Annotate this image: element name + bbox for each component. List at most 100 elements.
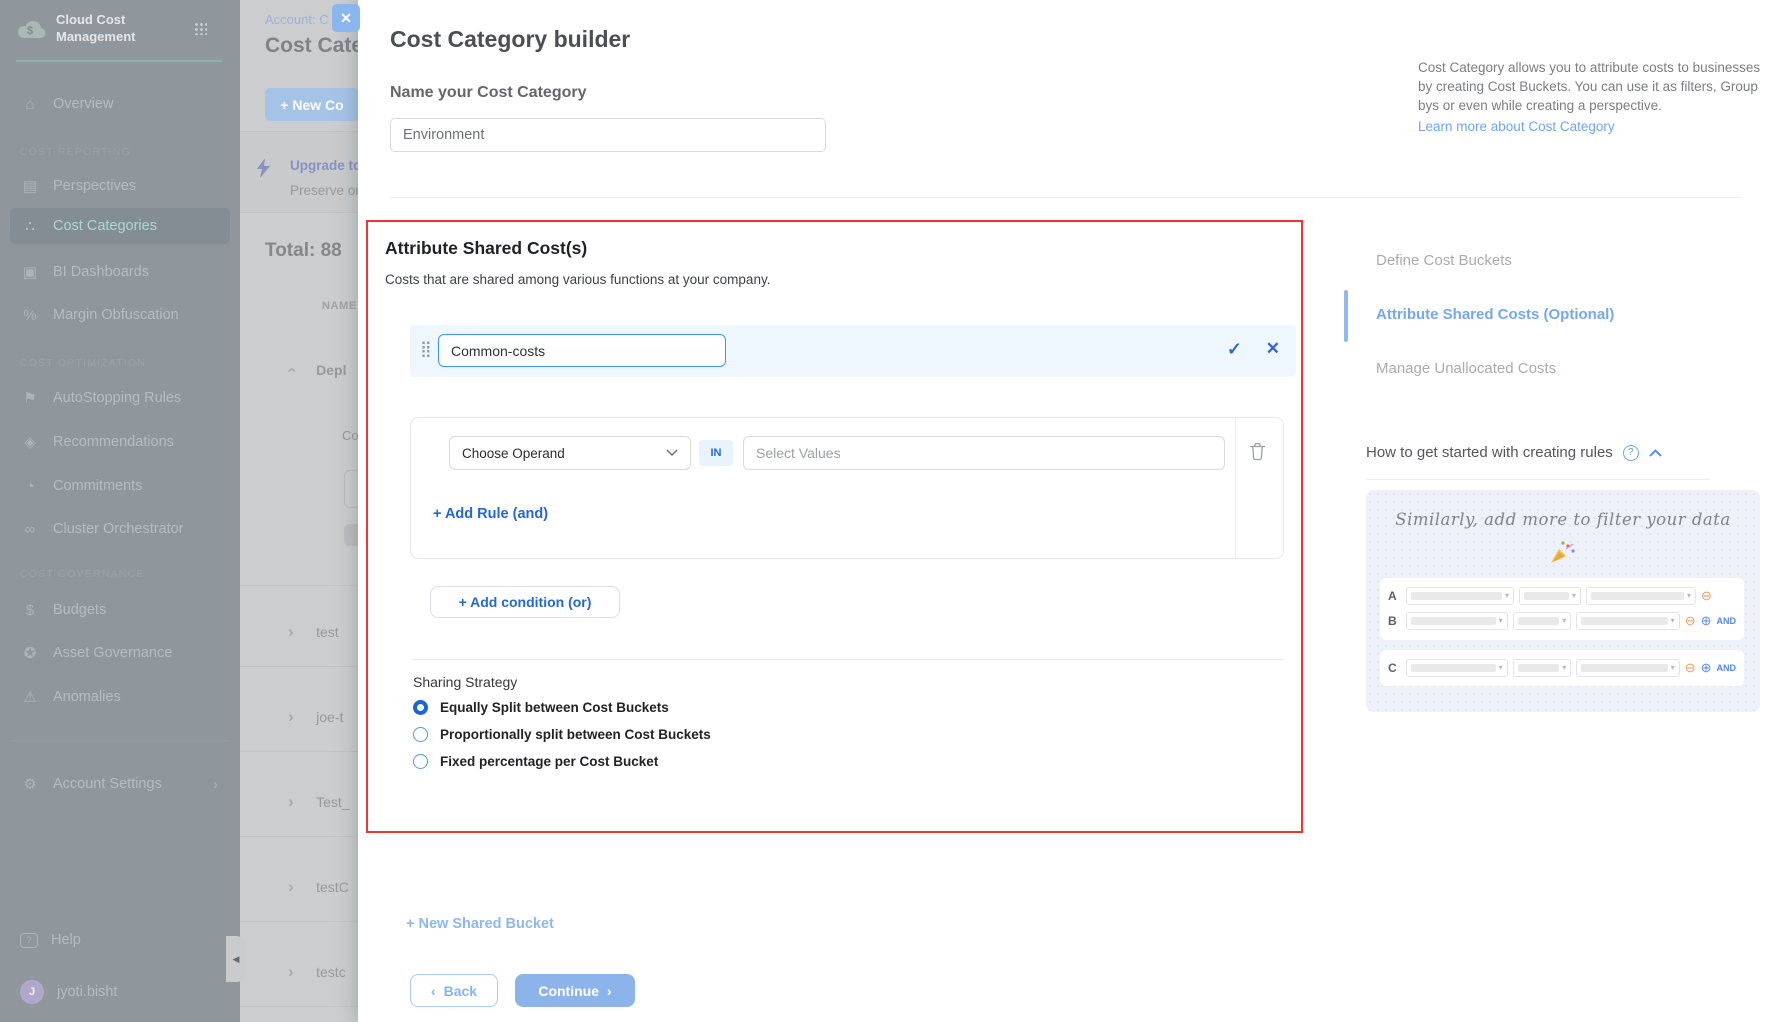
chevron-up-icon[interactable] (1649, 449, 1662, 457)
caret-down-icon: ▾ (1671, 663, 1675, 672)
caret-down-icon: ▾ (1572, 591, 1576, 600)
and-label: AND (1717, 616, 1737, 626)
chevron-right-icon: › (288, 877, 294, 897)
radio-unselected-icon (413, 754, 428, 769)
close-icon: ✕ (340, 10, 352, 27)
section-label-cost-governance: COST GOVERNANCE (20, 568, 145, 580)
caret-down-icon: ▾ (1499, 663, 1503, 672)
caret-down-icon: ▾ (1499, 616, 1503, 625)
placeholder-select: ▾ (1586, 587, 1696, 605)
active-step-indicator (1344, 290, 1348, 342)
continue-button[interactable]: Continue › (515, 974, 635, 1007)
section-label-cost-optimization: COST OPTIMIZATION (20, 357, 146, 369)
step-manage-unallocated-costs[interactable]: Manage Unallocated Costs (1376, 360, 1556, 377)
margin-obfuscation-icon: % (20, 307, 40, 324)
cancel-x-icon[interactable]: ✕ (1266, 339, 1280, 359)
radio-unselected-icon (413, 727, 428, 742)
remove-rule-icon: ⊖ (1701, 589, 1712, 602)
budgets-icon: $ (20, 602, 40, 619)
step-define-cost-buckets[interactable]: Define Cost Buckets (1376, 252, 1512, 269)
confirm-check-icon[interactable]: ✓ (1227, 339, 1242, 360)
cost-category-builder-drawer: ✕ Cost Category builder Name your Cost C… (358, 0, 1778, 1022)
caret-down-icon: ▾ (1671, 616, 1675, 625)
howto-demo-row-b: B ▾ ▾ ▾ ⊖ ⊕ AND (1388, 608, 1736, 633)
placeholder-select: ▾ (1519, 587, 1581, 605)
caret-down-icon: ▾ (1562, 663, 1566, 672)
howto-header: How to get started with creating rules ? (1366, 444, 1760, 461)
divider (412, 659, 1284, 660)
learn-more-link[interactable]: Learn more about Cost Category (1418, 117, 1768, 136)
home-icon: ⌂ (20, 96, 40, 113)
name-cost-category-label: Name your Cost Category (390, 84, 587, 102)
asset-governance-icon: ✪ (20, 644, 40, 662)
divider (1235, 418, 1236, 558)
cost-categories-icon: ∴ (20, 217, 40, 235)
drag-handle-icon[interactable]: ⣿ (420, 339, 430, 359)
perspectives-icon: ▤ (20, 177, 40, 195)
question-circle-icon[interactable]: ? (1623, 445, 1639, 461)
sidebar-collapse-handle: ◀ (226, 936, 246, 982)
add-rule-icon: ⊕ (1701, 614, 1712, 627)
collapse-arrow-icon: ◀ (233, 954, 240, 965)
chevron-up-icon: › (281, 367, 301, 373)
howto-demo-card-1: A ▾ ▾ ▾ ⊖ B ▾ ▾ ▾ ⊖ ⊕ AND (1380, 578, 1744, 640)
placeholder-select: ▾ (1406, 587, 1514, 605)
howto-illustration-panel: Similarly, add more to filter your data … (1366, 490, 1760, 712)
operator-badge[interactable]: IN (699, 440, 733, 466)
caret-down-icon: ▾ (1562, 616, 1566, 625)
table-row: › Test_ (288, 792, 350, 812)
placeholder-select: ▾ (1513, 612, 1572, 630)
shared-costs-heading: Attribute Shared Cost(s) (385, 238, 587, 259)
step-attribute-shared-costs[interactable]: Attribute Shared Costs (Optional) (1376, 306, 1614, 323)
shared-bucket-name-input[interactable] (438, 334, 726, 367)
chevron-right-icon: › (288, 962, 294, 982)
account-breadcrumb: Account: C (265, 12, 329, 27)
anomalies-icon: ⚠ (20, 688, 40, 706)
howto-demo-row-c: C ▾ ▾ ▾ ⊖ ⊕ AND (1388, 655, 1736, 680)
drawer-title: Cost Category builder (390, 26, 630, 53)
sidebar-item-account-settings: ⚙ Account Settings › (10, 768, 230, 800)
sidebar-item-bi-dashboards: ▣ BI Dashboards (10, 256, 230, 288)
add-rule-icon: ⊕ (1701, 661, 1712, 674)
sidebar-item-asset-governance: ✪ Asset Governance (10, 637, 230, 669)
divider (1366, 479, 1710, 480)
user-menu: J jyoti.bisht (10, 976, 230, 1008)
help-chat-icon: ? (20, 933, 38, 948)
svg-text:$: $ (27, 25, 33, 37)
chevron-down-icon (666, 449, 678, 457)
chevron-right-icon: › (288, 792, 294, 812)
strategy-radio-equally-split[interactable]: Equally Split between Cost Buckets (413, 700, 669, 715)
select-values-input[interactable] (743, 436, 1225, 470)
cloud-cost-logo-icon: $ (16, 18, 46, 40)
new-cost-category-button: + New Co (265, 88, 359, 121)
placeholder-select: ▾ (1406, 612, 1508, 630)
sidebar-item-commitments: ◔ Commitments (10, 470, 230, 502)
back-button[interactable]: ‹ Back (410, 974, 498, 1007)
divider (390, 197, 1742, 198)
chevron-right-icon: › (288, 707, 294, 727)
background-page-title: Cost Cate (265, 34, 363, 58)
new-shared-bucket-button[interactable]: + New Shared Bucket (406, 916, 554, 932)
help-text: Cost Category allows you to attribute co… (1418, 58, 1768, 115)
shared-bucket-header: ⣿ ✓ ✕ (410, 325, 1296, 377)
remove-rule-icon: ⊖ (1685, 614, 1696, 627)
table-row: › joe-t (288, 707, 343, 727)
close-drawer-button[interactable]: ✕ (332, 4, 360, 32)
add-rule-button[interactable]: + Add Rule (and) (433, 506, 548, 522)
user-name: jyoti.bisht (57, 984, 117, 1000)
rule-card: Choose Operand IN + Add Rule (and) (410, 417, 1284, 559)
remove-rule-icon: ⊖ (1685, 661, 1696, 674)
operand-select[interactable]: Choose Operand (449, 436, 691, 470)
strategy-radio-fixed-percentage[interactable]: Fixed percentage per Cost Bucket (413, 754, 658, 769)
add-condition-button[interactable]: + Add condition (or) (430, 586, 620, 618)
placeholder-select: ▾ (1576, 612, 1679, 630)
module-grid-icon (194, 22, 207, 35)
sidebar-item-autostopping-rules: ⚑ AutoStopping Rules (10, 382, 230, 414)
cluster-orchestrator-icon: ∞ (20, 521, 40, 538)
howto-hint-text: Similarly, add more to filter your data (1366, 510, 1760, 529)
strategy-radio-proportional-split[interactable]: Proportionally split between Cost Bucket… (413, 727, 711, 742)
cost-category-name-input[interactable] (390, 118, 826, 152)
delete-rule-button[interactable] (1249, 442, 1266, 464)
app-title: Cloud Cost Management (56, 12, 164, 46)
sidebar-item-overview: ⌂ Overview (10, 88, 230, 120)
